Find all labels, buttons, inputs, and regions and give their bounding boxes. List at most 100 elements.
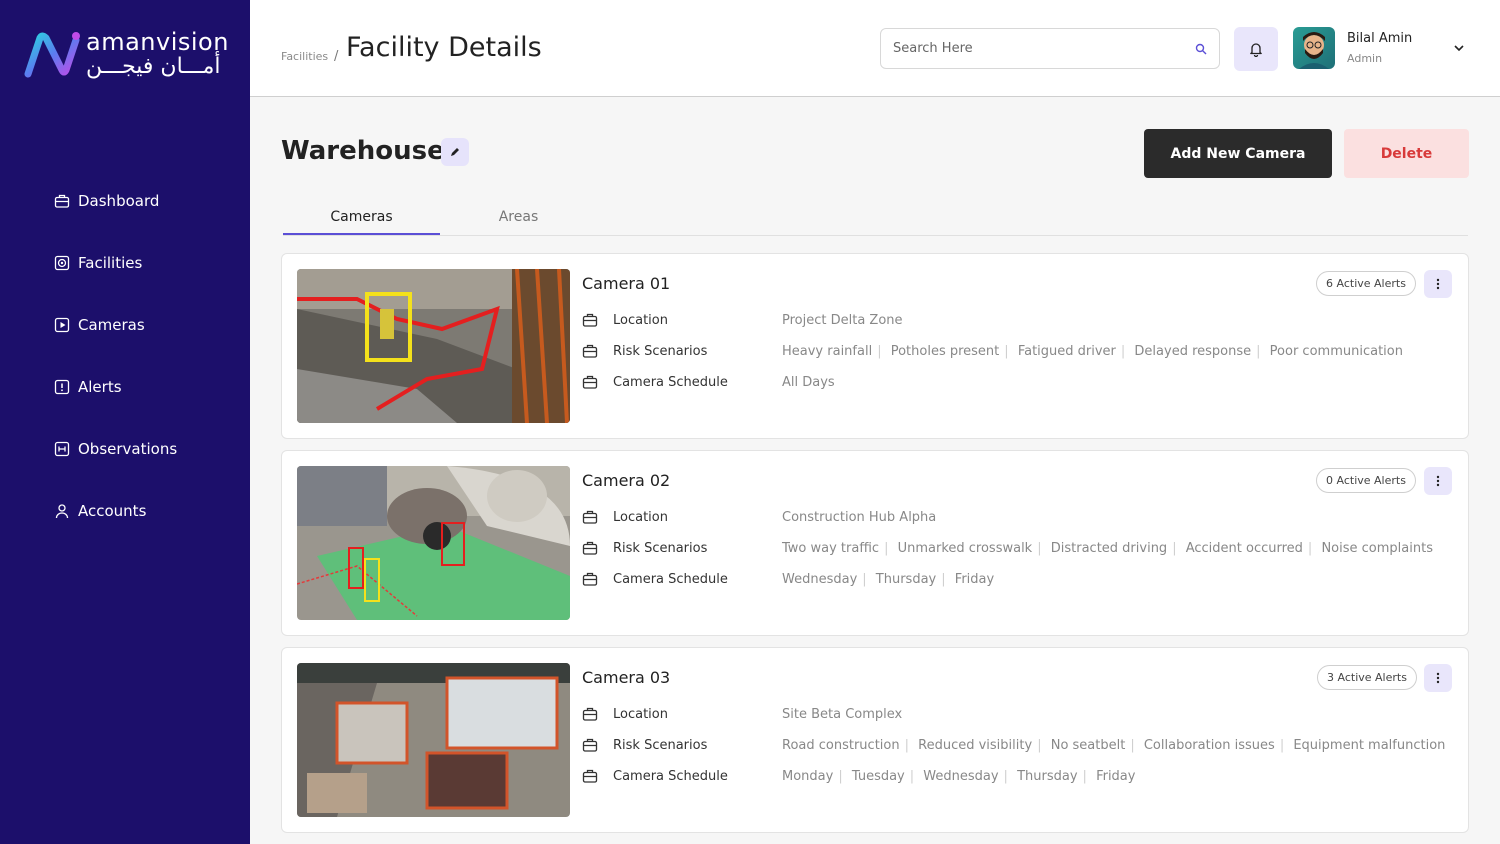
risk-label: Risk Scenarios bbox=[613, 343, 708, 359]
breadcrumb-facilities[interactable]: Facilities bbox=[281, 50, 328, 63]
active-alerts-badge[interactable]: 3 Active Alerts bbox=[1317, 665, 1417, 690]
location-value: Site Beta Complex bbox=[782, 706, 903, 722]
schedule-item: Thursday bbox=[875, 571, 937, 587]
briefcase-icon bbox=[582, 541, 598, 555]
sidebar-nav: Dashboard Facilities Cameras Alerts Obse… bbox=[0, 170, 250, 542]
schedule-item: Monday bbox=[782, 768, 834, 784]
risk-row: Risk Scenarios Two way traffic | Unmarked… bbox=[582, 538, 1433, 558]
add-new-camera-button[interactable]: Add New Camera bbox=[1144, 129, 1332, 178]
logo-mark-icon bbox=[24, 32, 80, 78]
active-alerts-badge[interactable]: 0 Active Alerts bbox=[1316, 468, 1416, 493]
notification-button[interactable] bbox=[1234, 27, 1278, 71]
schedule-row: Camera Schedule Monday | Tuesday | Wednesd… bbox=[582, 766, 1135, 786]
edit-facility-button[interactable] bbox=[441, 138, 469, 166]
briefcase-icon bbox=[582, 313, 598, 327]
chevron-down-icon[interactable] bbox=[1452, 41, 1466, 55]
risk-item: Equipment malfunction bbox=[1293, 737, 1446, 753]
briefcase-icon bbox=[582, 510, 598, 524]
camera-card-01[interactable]: Camera 01 6 Active Alerts Location Proje… bbox=[281, 253, 1469, 439]
play-square-icon bbox=[54, 317, 70, 333]
user-role: Admin bbox=[1347, 52, 1383, 65]
schedule-label: Camera Schedule bbox=[613, 571, 728, 587]
alert-square-icon bbox=[54, 379, 70, 395]
risk-item: Poor communication bbox=[1269, 343, 1403, 359]
kebab-menu-icon bbox=[1436, 672, 1440, 684]
search-input[interactable] bbox=[893, 41, 1195, 56]
sidebar-item-label: Observations bbox=[78, 440, 178, 458]
risk-values: Road construction | Reduced visibility | N… bbox=[782, 737, 1446, 753]
top-header: Facilities / Facility Details Bilal Amin… bbox=[250, 0, 1500, 97]
camera-feed-thumbnail[interactable] bbox=[297, 663, 570, 817]
location-value: Project Delta Zone bbox=[782, 312, 903, 328]
camera-menu-button[interactable] bbox=[1424, 467, 1452, 495]
camera-card-02[interactable]: Camera 02 0 Active Alerts Location Const… bbox=[281, 450, 1469, 636]
schedule-item: Thursday bbox=[1017, 768, 1078, 784]
schedule-row: Camera Schedule All Days bbox=[582, 372, 835, 392]
sidebar-item-cameras[interactable]: Cameras bbox=[0, 294, 250, 356]
sidebar-item-accounts[interactable]: Accounts bbox=[0, 480, 250, 542]
camera-title: Camera 01 bbox=[582, 274, 671, 293]
location-label: Location bbox=[613, 509, 668, 525]
tab-bar: Cameras Areas bbox=[283, 203, 1468, 236]
tab-areas[interactable]: Areas bbox=[440, 209, 597, 225]
sidebar: amanvision أمـــان فيجـــن Dashboard Fac… bbox=[0, 0, 250, 844]
risk-row: Risk Scenarios Heavy rainfall | Potholes … bbox=[582, 341, 1403, 361]
sidebar-item-label: Cameras bbox=[78, 316, 145, 334]
schedule-item: Wednesday bbox=[923, 768, 999, 784]
user-icon bbox=[55, 504, 69, 519]
briefcase-icon bbox=[54, 194, 70, 208]
risk-item: Road construction bbox=[782, 737, 900, 753]
risk-item: Collaboration issues bbox=[1143, 737, 1275, 753]
pencil-icon bbox=[451, 148, 459, 156]
sidebar-item-facilities[interactable]: Facilities bbox=[0, 232, 250, 294]
risk-label: Risk Scenarios bbox=[613, 737, 708, 753]
sidebar-item-dashboard[interactable]: Dashboard bbox=[0, 170, 250, 232]
active-alerts-badge[interactable]: 6 Active Alerts bbox=[1316, 271, 1416, 296]
schedule-label: Camera Schedule bbox=[613, 768, 728, 784]
sidebar-item-alerts[interactable]: Alerts bbox=[0, 356, 250, 418]
risk-item: Delayed response bbox=[1134, 343, 1252, 359]
briefcase-icon bbox=[582, 769, 598, 783]
camera-feed-thumbnail[interactable] bbox=[297, 466, 570, 620]
camera-card-03[interactable]: Camera 03 3 Active Alerts Location Site … bbox=[281, 647, 1469, 833]
kebab-menu-icon bbox=[1436, 475, 1440, 487]
page-title: Facility Details bbox=[346, 32, 542, 63]
location-row: Location Construction Hub Alpha bbox=[582, 507, 936, 527]
risk-item: Accident occurred bbox=[1185, 540, 1303, 556]
sidebar-item-observations[interactable]: Observations bbox=[0, 418, 250, 480]
schedule-values: Monday | Tuesday | Wednesday | Thursday | Fr… bbox=[782, 768, 1136, 784]
camera-menu-button[interactable] bbox=[1424, 270, 1452, 298]
search-box bbox=[880, 28, 1220, 69]
risk-item: Noise complaints bbox=[1321, 540, 1433, 556]
brand-name-en: amanvision bbox=[86, 28, 229, 56]
target-icon bbox=[54, 255, 70, 271]
risk-item: Unmarked crosswalk bbox=[897, 540, 1033, 556]
schedule-item: Wednesday bbox=[782, 571, 858, 587]
briefcase-icon bbox=[582, 572, 598, 586]
briefcase-icon bbox=[582, 344, 598, 358]
delete-button[interactable]: Delete bbox=[1344, 129, 1469, 178]
observation-icon bbox=[54, 441, 70, 457]
tab-cameras[interactable]: Cameras bbox=[283, 209, 440, 235]
risk-item: Reduced visibility bbox=[918, 737, 1033, 753]
kebab-menu-icon bbox=[1436, 278, 1440, 290]
camera-feed-thumbnail[interactable] bbox=[297, 269, 570, 423]
schedule-label: Camera Schedule bbox=[613, 374, 728, 390]
brand-logo[interactable]: amanvision أمـــان فيجـــن bbox=[24, 28, 234, 84]
briefcase-icon bbox=[582, 375, 598, 389]
bell-icon bbox=[1250, 43, 1262, 57]
avatar[interactable] bbox=[1293, 27, 1335, 69]
briefcase-icon bbox=[582, 707, 598, 721]
schedule-item: Friday bbox=[1096, 768, 1136, 784]
location-row: Location Project Delta Zone bbox=[582, 310, 903, 330]
risk-label: Risk Scenarios bbox=[613, 540, 708, 556]
briefcase-icon bbox=[582, 738, 598, 752]
camera-menu-button[interactable] bbox=[1424, 664, 1452, 692]
schedule-item: Tuesday bbox=[851, 768, 905, 784]
camera-title: Camera 03 bbox=[582, 668, 671, 687]
facility-name: Warehouse bbox=[281, 136, 445, 166]
user-name: Bilal Amin bbox=[1347, 31, 1413, 46]
camera-title: Camera 02 bbox=[582, 471, 671, 490]
risk-item: Potholes present bbox=[890, 343, 1000, 359]
search-icon[interactable] bbox=[1195, 43, 1207, 55]
